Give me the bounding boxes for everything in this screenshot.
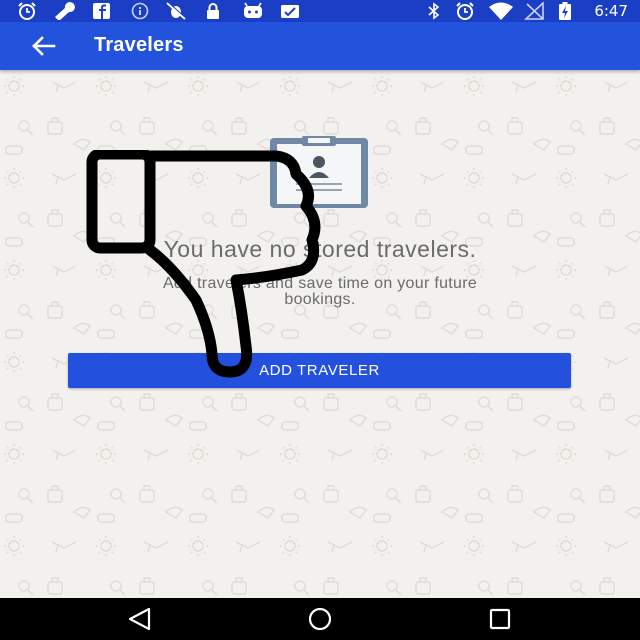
lock-icon xyxy=(207,3,219,19)
nav-back-button[interactable] xyxy=(120,606,160,632)
status-bar: 6:47 xyxy=(0,0,640,22)
battery-charging-icon xyxy=(559,2,571,20)
wifi-icon xyxy=(489,2,513,20)
nav-home-button[interactable] xyxy=(300,606,340,632)
back-triangle-icon xyxy=(128,607,151,631)
alarm-icon xyxy=(18,2,36,20)
nav-recents-button[interactable] xyxy=(480,606,520,632)
alarm-icon xyxy=(456,2,474,20)
recents-square-icon xyxy=(489,608,511,630)
empty-state-title: You have no stored travelers. xyxy=(163,236,477,262)
empty-state-subtitle-line1: Add travelers and save time on your futu… xyxy=(162,275,478,292)
arrow-back-icon xyxy=(32,36,56,56)
checklist-icon xyxy=(281,5,299,18)
no-signal-icon xyxy=(524,2,544,20)
main-content: You have no stored travelers. Add travel… xyxy=(0,70,640,598)
info-icon xyxy=(131,2,149,20)
clipboard-traveler-icon xyxy=(270,136,368,208)
android-icon xyxy=(244,2,262,18)
no-bug-icon xyxy=(166,2,187,20)
back-button[interactable] xyxy=(26,32,62,60)
empty-state-subtitle-line2: bookings. xyxy=(284,291,356,308)
empty-state-subtitle: Add travelers and save time on your futu… xyxy=(80,276,560,308)
page-title: Travelers xyxy=(94,34,184,56)
app-bar: Travelers xyxy=(0,22,640,70)
bluetooth-icon xyxy=(428,2,440,20)
status-time: 6:47 xyxy=(594,2,628,20)
facebook-icon xyxy=(93,3,110,19)
navigation-bar xyxy=(0,598,640,640)
add-traveler-button[interactable]: ADD TRAVELER xyxy=(68,353,571,388)
wrench-icon xyxy=(55,2,75,20)
home-circle-icon xyxy=(308,607,332,631)
